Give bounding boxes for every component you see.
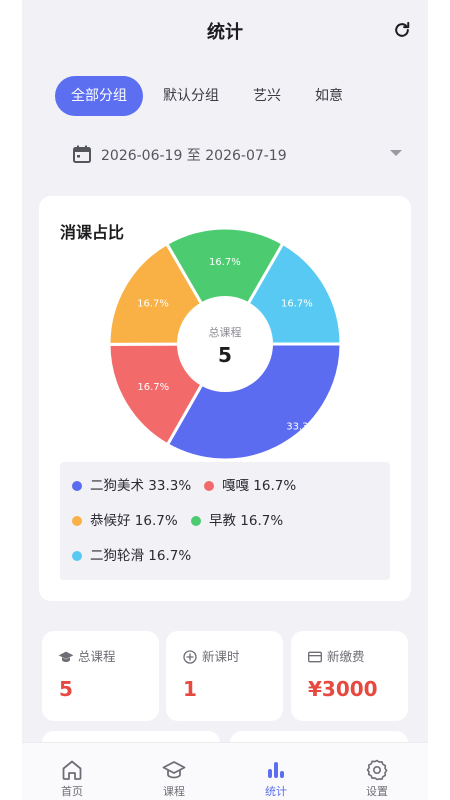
date-range-text: 2026-06-19 至 2026-07-19 bbox=[101, 148, 287, 164]
pie-center-label: 总课程 bbox=[209, 325, 242, 339]
card-icon bbox=[308, 651, 322, 663]
legend-label: 嘎嘎 16.7% bbox=[222, 478, 297, 494]
legend-dot bbox=[204, 481, 214, 491]
pie-slice-label: 16.7% bbox=[281, 299, 313, 310]
legend-item: 恭候好 16.7% bbox=[72, 511, 178, 531]
stat-label: 总课程 bbox=[78, 649, 116, 664]
tab-yixing[interactable]: 艺兴 bbox=[239, 76, 295, 116]
nav-label: 首页 bbox=[61, 785, 83, 798]
legend-dot bbox=[72, 481, 82, 491]
legend-item: 二狗美术 33.3% bbox=[72, 476, 191, 496]
bar-chart-icon bbox=[268, 762, 284, 778]
group-tabs: 全部分组 默认分组 艺兴 如意 bbox=[55, 76, 363, 116]
nav-label: 课程 bbox=[163, 785, 185, 798]
app-screen: 统计 全部分组 默认分组 艺兴 如意 2026-06-19 至 2026-07-… bbox=[22, 0, 428, 800]
stat-label: 新课时 bbox=[202, 649, 240, 664]
graduation-cap-icon bbox=[162, 761, 186, 779]
tab-all-groups[interactable]: 全部分组 bbox=[55, 76, 143, 116]
pie-chart: 总课程 5 33.3% 16.7% 16.7% 16.7% 16.7% bbox=[107, 226, 343, 462]
home-icon bbox=[62, 760, 82, 780]
bottom-nav: 首页 课程 统计 设置 bbox=[22, 742, 428, 800]
stat-label: 新缴费 bbox=[327, 649, 365, 664]
stat-value: 5 bbox=[59, 677, 73, 701]
pie-slice-label: 33.3% bbox=[286, 422, 318, 433]
calendar-icon bbox=[73, 145, 91, 163]
legend-label: 二狗轮滑 16.7% bbox=[90, 548, 192, 564]
nav-label: 设置 bbox=[366, 785, 388, 798]
gear-icon bbox=[366, 759, 388, 781]
chevron-down-icon bbox=[390, 150, 402, 156]
refresh-icon[interactable] bbox=[392, 20, 412, 40]
pie-center-value: 5 bbox=[218, 343, 232, 367]
legend-dot bbox=[72, 516, 82, 526]
legend-label: 二狗美术 33.3% bbox=[90, 478, 192, 494]
stat-value: ¥3000 bbox=[308, 677, 378, 701]
stat-value: 1 bbox=[183, 677, 197, 701]
page-title: 统计 bbox=[207, 22, 243, 43]
plus-circle-icon bbox=[183, 650, 197, 664]
nav-item-courses[interactable]: 课程 bbox=[124, 743, 224, 800]
date-range-selector[interactable]: 2026-06-19 至 2026-07-19 bbox=[72, 140, 402, 168]
legend-dot bbox=[191, 516, 201, 526]
tab-ruyi[interactable]: 如意 bbox=[301, 76, 357, 116]
legend-dot bbox=[72, 551, 82, 561]
stat-card-total-courses[interactable]: 总课程 5 bbox=[42, 631, 159, 721]
pie-slice-label: 16.7% bbox=[137, 299, 169, 310]
nav-item-settings[interactable]: 设置 bbox=[327, 743, 427, 800]
graduation-cap-icon bbox=[58, 651, 74, 662]
tab-default-group[interactable]: 默认分组 bbox=[149, 76, 233, 116]
header: 统计 bbox=[22, 0, 428, 60]
legend-item: 早教 16.7% bbox=[191, 511, 283, 531]
nav-label: 统计 bbox=[265, 785, 287, 798]
pie-slice-label: 16.7% bbox=[209, 257, 241, 268]
pie-legend: 二狗美术 33.3% 嘎嘎 16.7% 恭候好 16.7% 早教 16.7% 二… bbox=[60, 462, 390, 580]
legend-item: 二狗轮滑 16.7% bbox=[72, 546, 191, 566]
legend-label: 早教 16.7% bbox=[209, 513, 284, 529]
stat-card-new-payments[interactable]: 新缴费 ¥3000 bbox=[291, 631, 408, 721]
nav-item-home[interactable]: 首页 bbox=[22, 743, 122, 800]
nav-item-stats[interactable]: 统计 bbox=[226, 743, 326, 800]
legend-item: 嘎嘎 16.7% bbox=[204, 476, 296, 496]
pie-slice-label: 16.7% bbox=[137, 382, 169, 393]
legend-label: 恭候好 16.7% bbox=[90, 513, 178, 529]
stat-card-new-lessons[interactable]: 新课时 1 bbox=[166, 631, 283, 721]
pie-card: 消课占比 总课程 5 33.3% 16.7% 16.7% 16.7% 16.7% 二狗美… bbox=[39, 196, 411, 601]
